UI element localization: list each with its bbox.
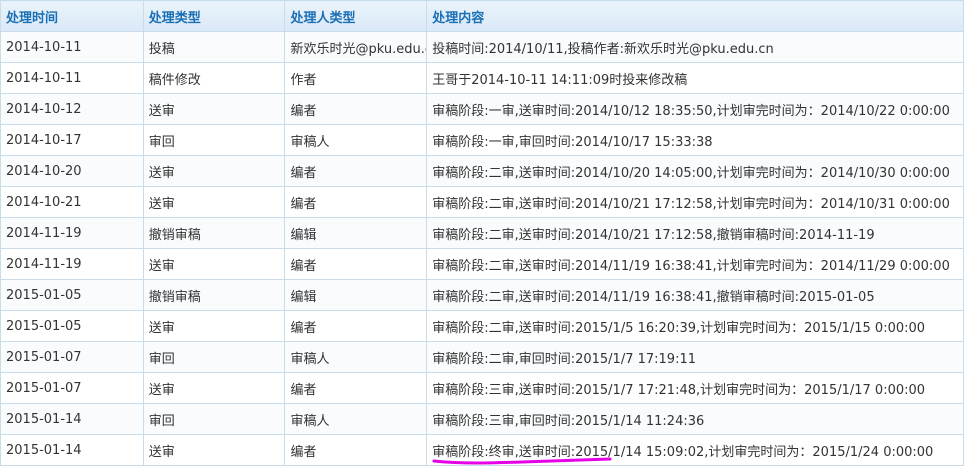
cell-handler-type: 审稿人 (284, 341, 428, 373)
cell-processing-time: 2014-11-19 (0, 248, 144, 280)
cell-processing-time: 2015-01-14 (0, 434, 144, 466)
header-row: 处理时间 处理类型 处理人类型 处理内容 (0, 0, 964, 32)
cell-handler-type: 新欢乐时光@pku.edu.cn (284, 31, 428, 63)
table-row[interactable]: 2015-01-05 撤销审稿 编辑 审稿阶段:二审,送审时间:2014/11/19 … (0, 279, 964, 311)
cell-processing-type: 审回 (142, 341, 286, 373)
cell-processing-time: 2014-10-11 (0, 31, 144, 63)
cell-processing-time: 2014-10-20 (0, 155, 144, 187)
cell-processing-type: 送审 (142, 186, 286, 218)
table-row[interactable]: 2015-01-07 送审 编者 审稿阶段:三审,送审时间:2015/1/7 17:2… (0, 372, 964, 404)
table-row[interactable]: 2015-01-05 送审 编者 审稿阶段:二审,送审时间:2015/1/5 16:2… (0, 310, 964, 342)
cell-processing-content: 审稿阶段:三审,审回时间:2015/1/14 11:24:36 (426, 403, 964, 435)
cell-processing-content: 投稿时间:2014/10/11,投稿作者:新欢乐时光@pku.edu.cn (426, 31, 964, 63)
cell-processing-time: 2014-10-21 (0, 186, 144, 218)
cell-processing-content: 审稿阶段:二审,送审时间:2015/1/5 16:20:39,计划审完时间为：2… (426, 310, 964, 342)
cell-processing-content: 审稿阶段:终审,送审时间:2015/1/14 15:09:02,计划审完时间为：… (426, 434, 964, 466)
cell-processing-content: 审稿阶段:二审,送审时间:2014/10/21 17:12:58,计划审完时间为… (426, 186, 964, 218)
table-row[interactable]: 2014-10-21 送审 编者 审稿阶段:二审,送审时间:2014/10/21 17… (0, 186, 964, 218)
table-row[interactable]: 2015-01-14 送审 编者 审稿阶段:终审,送审时间:2015/1/14 15:… (0, 434, 964, 466)
table-row[interactable]: 2014-11-19 送审 编者 审稿阶段:二审,送审时间:2014/11/19 16… (0, 248, 964, 280)
cell-processing-type: 送审 (142, 155, 286, 187)
cell-handler-type: 编者 (284, 310, 428, 342)
table-row[interactable]: 2015-01-07 审回 审稿人 审稿阶段:二审,审回时间:2015/1/7 17:… (0, 341, 964, 373)
processing-history-table: 处理时间 处理类型 处理人类型 处理内容 2014-10-11 投稿 新欢乐时光@p… (0, 0, 964, 466)
cell-handler-type: 编者 (284, 434, 428, 466)
header-processing-type[interactable]: 处理类型 (142, 0, 286, 32)
cell-processing-type: 投稿 (142, 31, 286, 63)
cell-handler-type: 编者 (284, 93, 428, 125)
cell-handler-type: 编者 (284, 186, 428, 218)
cell-processing-type: 审回 (142, 403, 286, 435)
table-header: 处理时间 处理类型 处理人类型 处理内容 (0, 0, 964, 32)
cell-processing-time: 2014-10-12 (0, 93, 144, 125)
cell-processing-time: 2015-01-07 (0, 341, 144, 373)
cell-handler-type: 编者 (284, 248, 428, 280)
header-handler-type[interactable]: 处理人类型 (284, 0, 428, 32)
table-row[interactable]: 2014-10-11 稿件修改 作者 王哥于2014-10-11 14:11:09时投… (0, 62, 964, 94)
cell-processing-time: 2015-01-14 (0, 403, 144, 435)
header-processing-content[interactable]: 处理内容 (426, 0, 964, 32)
cell-processing-content: 审稿阶段:二审,送审时间:2014/10/20 14:05:00,计划审完时间为… (426, 155, 964, 187)
cell-processing-time: 2015-01-07 (0, 372, 144, 404)
cell-processing-content: 审稿阶段:一审,送审时间:2014/10/12 18:35:50,计划审完时间为… (426, 93, 964, 125)
cell-processing-time: 2014-11-19 (0, 217, 144, 249)
table-row[interactable]: 2015-01-14 审回 审稿人 审稿阶段:三审,审回时间:2015/1/14 11… (0, 403, 964, 435)
cell-processing-type: 撤销审稿 (142, 217, 286, 249)
cell-processing-time: 2015-01-05 (0, 279, 144, 311)
cell-handler-type: 编者 (284, 155, 428, 187)
cell-processing-time: 2014-10-11 (0, 62, 144, 94)
cell-processing-content: 王哥于2014-10-11 14:11:09时投来修改稿 (426, 62, 964, 94)
table-body: 2014-10-11 投稿 新欢乐时光@pku.edu.cn 投稿时间:2014/10… (0, 31, 964, 466)
cell-processing-content: 审稿阶段:二审,送审时间:2014/11/19 16:38:41,计划审完时间为… (426, 248, 964, 280)
cell-processing-type: 撤销审稿 (142, 279, 286, 311)
cell-processing-content: 审稿阶段:一审,审回时间:2014/10/17 15:33:38 (426, 124, 964, 156)
cell-processing-type: 稿件修改 (142, 62, 286, 94)
cell-processing-type: 送审 (142, 434, 286, 466)
cell-processing-type: 送审 (142, 93, 286, 125)
table-row[interactable]: 2014-10-12 送审 编者 审稿阶段:一审,送审时间:2014/10/12 18… (0, 93, 964, 125)
table-row[interactable]: 2014-10-20 送审 编者 审稿阶段:二审,送审时间:2014/10/20 14… (0, 155, 964, 187)
cell-handler-type: 编辑 (284, 279, 428, 311)
cell-handler-type: 作者 (284, 62, 428, 94)
cell-handler-type: 编辑 (284, 217, 428, 249)
cell-handler-type: 编者 (284, 372, 428, 404)
cell-processing-content: 审稿阶段:二审,送审时间:2014/11/19 16:38:41,撤销审稿时间:… (426, 279, 964, 311)
cell-processing-type: 送审 (142, 372, 286, 404)
cell-handler-type: 审稿人 (284, 403, 428, 435)
cell-processing-type: 送审 (142, 310, 286, 342)
cell-processing-type: 送审 (142, 248, 286, 280)
table-row[interactable]: 2014-10-11 投稿 新欢乐时光@pku.edu.cn 投稿时间:2014/10… (0, 31, 964, 63)
header-processing-time[interactable]: 处理时间 (0, 0, 144, 32)
table-row[interactable]: 2014-10-17 审回 审稿人 审稿阶段:一审,审回时间:2014/10/17 1… (0, 124, 964, 156)
cell-processing-content: 审稿阶段:三审,送审时间:2015/1/7 17:21:48,计划审完时间为：2… (426, 372, 964, 404)
cell-processing-content: 审稿阶段:二审,审回时间:2015/1/7 17:19:11 (426, 341, 964, 373)
table-row[interactable]: 2014-11-19 撤销审稿 编辑 审稿阶段:二审,送审时间:2014/10/21 … (0, 217, 964, 249)
cell-processing-time: 2015-01-05 (0, 310, 144, 342)
cell-processing-type: 审回 (142, 124, 286, 156)
cell-processing-content: 审稿阶段:二审,送审时间:2014/10/21 17:12:58,撤销审稿时间:… (426, 217, 964, 249)
cell-processing-time: 2014-10-17 (0, 124, 144, 156)
cell-handler-type: 审稿人 (284, 124, 428, 156)
